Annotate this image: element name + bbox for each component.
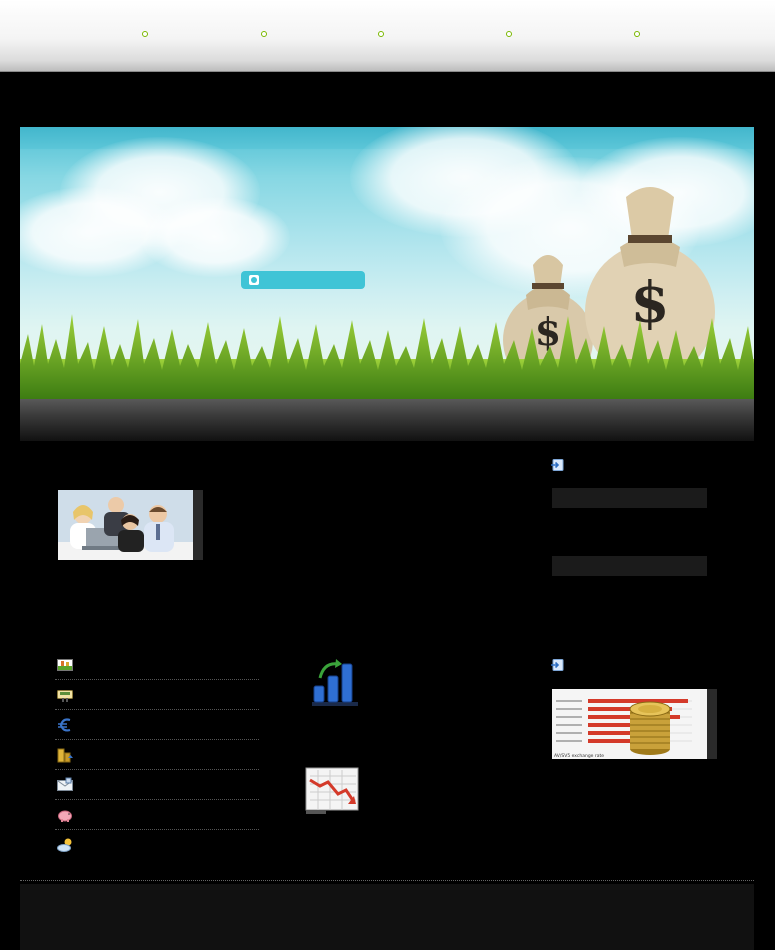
list-item[interactable] (55, 740, 259, 770)
mail-document-icon (57, 777, 73, 791)
euro-icon (58, 718, 71, 732)
arrow-in-box-icon (551, 459, 564, 471)
icon-list (55, 650, 259, 860)
weather-cloud-icon (57, 838, 72, 852)
list-item[interactable] (55, 680, 259, 710)
list-item[interactable] (55, 770, 259, 800)
nav-item-1[interactable] (142, 31, 148, 37)
list-item[interactable] (55, 830, 259, 860)
chart-landscape-icon (57, 659, 73, 671)
list-item[interactable] (55, 710, 259, 740)
nav-item-3[interactable] (378, 31, 384, 37)
cash-register-icon (57, 690, 73, 702)
hero-shadow-band (20, 399, 754, 441)
cloud (140, 197, 290, 277)
top-navigation (0, 0, 775, 72)
arrow-in-box-icon (551, 659, 564, 671)
piggy-bank-icon (58, 810, 72, 822)
footer-divider (20, 880, 754, 881)
team-photo (58, 490, 203, 560)
bar-chart-growth-icon (312, 659, 358, 706)
hero-banner: $ $ (20, 127, 754, 399)
sidebar-field-1[interactable] (552, 488, 707, 508)
list-item[interactable] (55, 650, 259, 680)
list-item[interactable] (55, 800, 259, 830)
gold-photo-caption: AV/SV5 exchange rate (554, 753, 604, 759)
nav-item-4[interactable] (506, 31, 512, 37)
grass-strip (20, 314, 754, 399)
nav-item-2[interactable] (261, 31, 267, 37)
search-icon (249, 275, 259, 285)
nav-item-5[interactable] (634, 31, 640, 37)
footer (20, 884, 754, 950)
buildings-icon (57, 748, 73, 763)
sidebar-field-2[interactable] (552, 556, 707, 576)
declining-chart-icon (305, 767, 359, 814)
gold-coins-photo: AV/SV5 exchange rate (552, 689, 717, 759)
hero-search-button[interactable] (241, 271, 365, 289)
